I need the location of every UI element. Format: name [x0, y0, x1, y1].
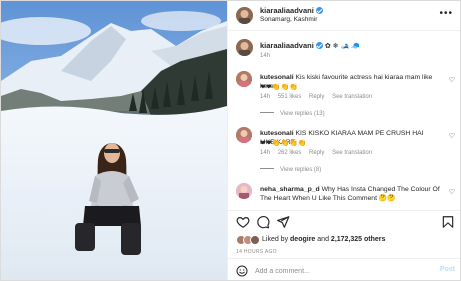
- emoji-picker-icon[interactable]: [236, 265, 248, 277]
- comment-text-row: neha_sharma_p_d Why Has Insta Changed Th…: [260, 185, 440, 203]
- post-header: kiaraaliaadvani Sonamarg, Kashmir •••: [228, 1, 460, 31]
- post-location[interactable]: Sonamarg, Kashmir: [260, 16, 317, 23]
- see-translation-link[interactable]: See translation: [332, 94, 372, 100]
- commenter-avatar[interactable]: [236, 71, 252, 87]
- likes-connector: and: [317, 236, 329, 243]
- author-username[interactable]: kiaraaliaadvani: [260, 6, 314, 15]
- author-username-row[interactable]: kiaraaliaadvani: [260, 6, 323, 15]
- caption-time: 14h: [260, 53, 271, 59]
- comment-username[interactable]: kutesonali: [260, 130, 294, 137]
- comment-emojis: ❤❤👏👏👏: [260, 84, 298, 91]
- comment-bubble-icon[interactable]: [256, 215, 270, 229]
- instagram-post-modal: kiaraaliaadvani Sonamarg, Kashmir ••• ki…: [0, 0, 461, 281]
- commenter-avatar[interactable]: [236, 183, 252, 199]
- replies-divider: [260, 112, 274, 113]
- post-timestamp[interactable]: 14 HOURS AGO: [236, 249, 277, 255]
- add-comment-bar: Post: [228, 258, 460, 280]
- snow-mountain-photo: [1, 1, 227, 280]
- see-translation-link[interactable]: See translation: [332, 150, 372, 156]
- liker-avatar[interactable]: [250, 235, 260, 245]
- caption-author-avatar[interactable]: [236, 39, 253, 56]
- heart-outline-icon[interactable]: ♡: [449, 188, 455, 196]
- likes-summary: Liked by deogire and 2,172,325 others: [236, 235, 456, 247]
- verified-badge-icon: [315, 42, 323, 49]
- caption-text: ✿ ❄ 🎿 🧢: [324, 43, 360, 50]
- comment-time: 14h: [260, 150, 271, 156]
- comment-meta: 14h 262 likes Reply See translation: [260, 150, 378, 156]
- comment-username[interactable]: neha_sharma_p_d: [260, 186, 320, 193]
- comment-meta: 14h 551 likes Reply See translation: [260, 94, 378, 100]
- author-avatar[interactable]: [236, 7, 253, 24]
- action-bar: [228, 210, 460, 232]
- liker-username[interactable]: deogire: [290, 236, 315, 243]
- post-comment-button[interactable]: Post: [440, 266, 455, 273]
- more-options-icon[interactable]: •••: [439, 8, 453, 19]
- save-bookmark-icon[interactable]: [441, 215, 455, 229]
- view-replies-label[interactable]: View replies (13): [280, 111, 325, 117]
- post-photo[interactable]: [1, 1, 227, 280]
- like-heart-icon[interactable]: [236, 215, 250, 229]
- likes-prefix: Liked by: [262, 236, 289, 243]
- post-details-panel: kiaraaliaadvani Sonamarg, Kashmir ••• ki…: [227, 1, 460, 280]
- verified-badge-icon: [315, 7, 323, 14]
- caption-username[interactable]: kiaraaliaadvani: [260, 41, 314, 50]
- comment-input[interactable]: [255, 264, 425, 278]
- comment-likes[interactable]: 262 likes: [278, 150, 302, 156]
- reply-button[interactable]: Reply: [309, 94, 324, 100]
- replies-divider: [260, 168, 274, 169]
- view-replies-button[interactable]: View replies (13): [260, 111, 325, 117]
- view-replies-label[interactable]: View replies (8): [280, 167, 321, 173]
- comment-time: 14h: [260, 94, 271, 100]
- comment-likes[interactable]: 551 likes: [278, 94, 302, 100]
- view-replies-button[interactable]: View replies (8): [260, 167, 321, 173]
- comment-emojis: ❤❤👏👏👏👏: [260, 140, 307, 147]
- heart-outline-icon[interactable]: ♡: [449, 76, 455, 84]
- caption-row: kiaraaliaadvani ✿ ❄ 🎿 🧢: [260, 41, 360, 50]
- reply-button[interactable]: Reply: [309, 150, 324, 156]
- likes-count[interactable]: 2,172,325 others: [331, 236, 385, 243]
- likes-text: Liked by deogire and 2,172,325 others: [262, 236, 385, 243]
- share-paper-plane-icon[interactable]: [276, 215, 290, 229]
- commenter-avatar[interactable]: [236, 127, 252, 143]
- comment-username[interactable]: kutesonali: [260, 74, 294, 81]
- heart-outline-icon[interactable]: ♡: [449, 132, 455, 140]
